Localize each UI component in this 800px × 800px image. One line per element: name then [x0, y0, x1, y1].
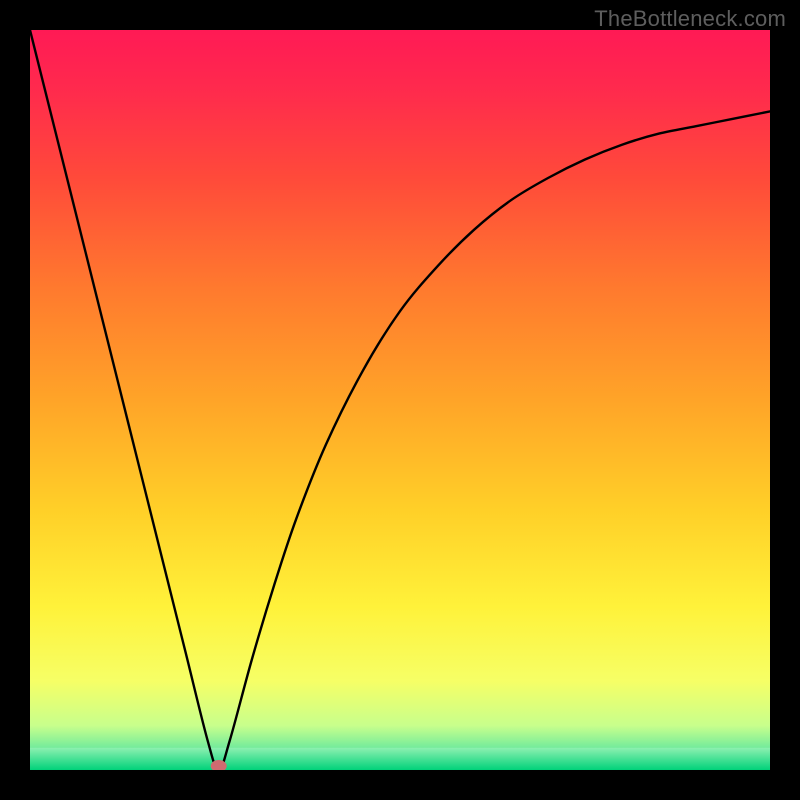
- chart-svg: [30, 30, 770, 770]
- watermark-label: TheBottleneck.com: [594, 6, 786, 32]
- baseline-band: [30, 748, 770, 770]
- chart-root: TheBottleneck.com: [0, 0, 800, 800]
- plot-area: [30, 30, 770, 770]
- gradient-background: [30, 30, 770, 770]
